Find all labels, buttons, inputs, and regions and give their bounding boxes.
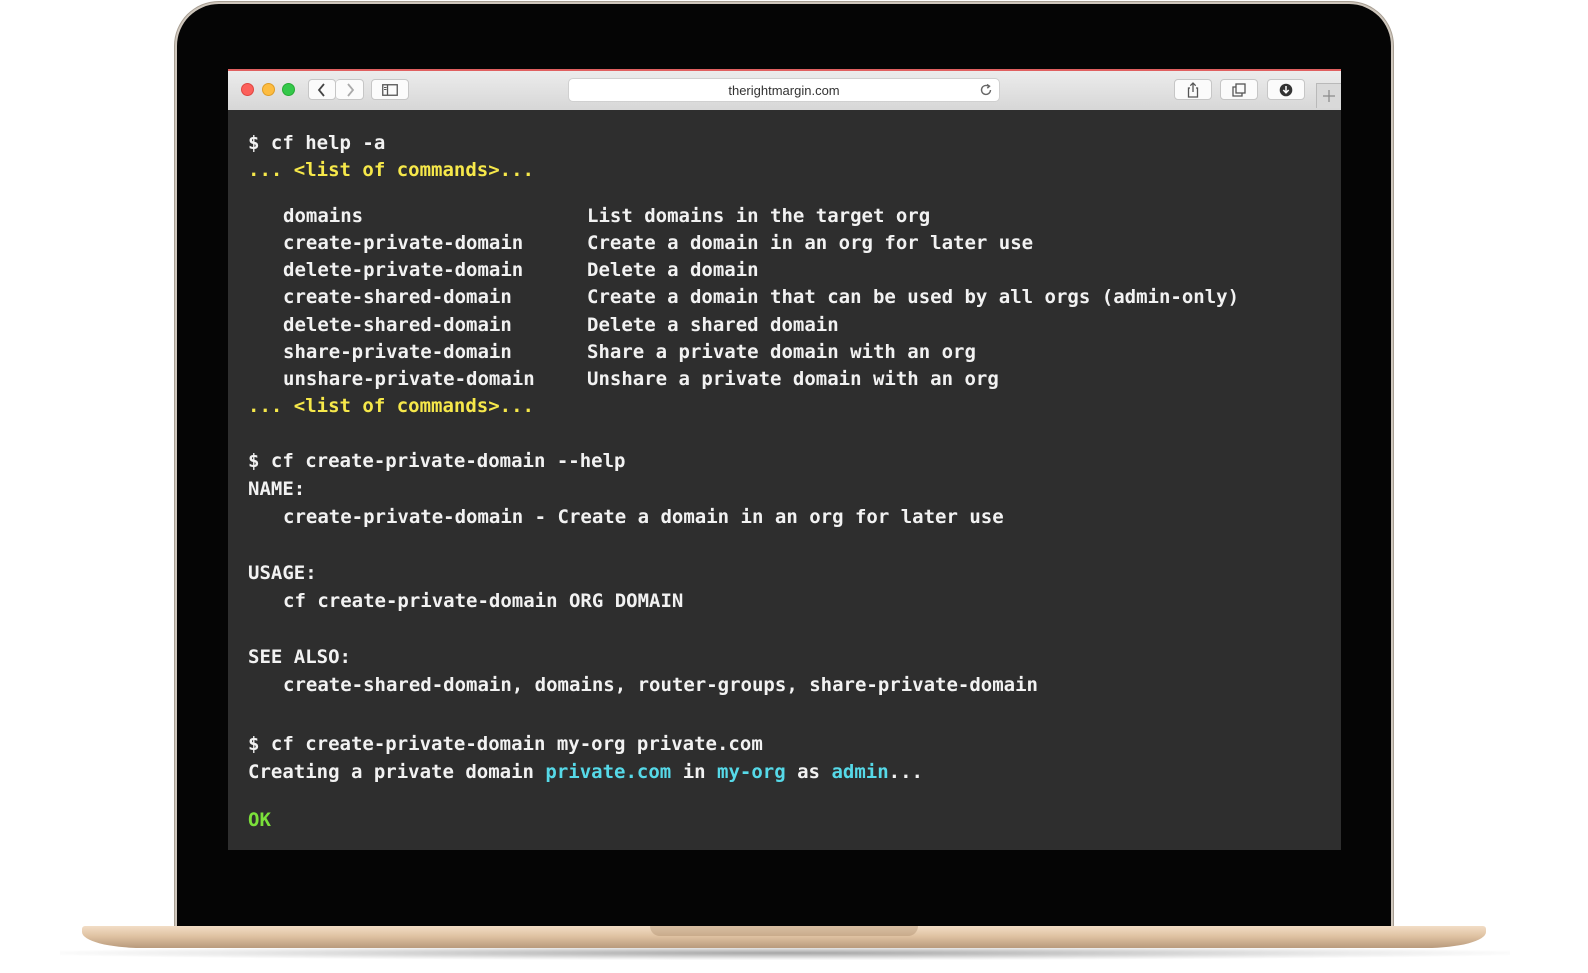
browser-window: therightmargin.com $ cf help -a ... <lis… xyxy=(228,69,1341,850)
domain-value: private.com xyxy=(545,761,672,783)
creating-prefix: Creating a private domain xyxy=(248,761,546,783)
command-description: Delete a domain xyxy=(587,259,759,281)
command-name: create-private-domain xyxy=(283,232,524,254)
user-value: admin xyxy=(831,761,889,783)
tabs-icon xyxy=(1232,82,1246,97)
command-description: Share a private domain with an org xyxy=(587,341,976,363)
plus-icon xyxy=(1323,90,1335,102)
zoom-window-button[interactable] xyxy=(282,83,295,96)
laptop-shadow xyxy=(60,946,1510,960)
terminal-output: $ cf help -a ... <list of commands>... d… xyxy=(228,110,1341,850)
list-marker-top: ... <list of commands>... xyxy=(248,159,534,181)
address-bar[interactable]: therightmargin.com xyxy=(568,78,1000,102)
command-name: unshare-private-domain xyxy=(283,368,535,390)
creating-output-line: Creating a private domain private.com in… xyxy=(248,761,923,783)
command-line: $ cf help -a xyxy=(248,132,386,154)
command-name: domains xyxy=(283,205,364,227)
command-name: delete-private-domain xyxy=(283,259,524,281)
reload-icon[interactable] xyxy=(979,83,993,97)
chevron-right-icon xyxy=(346,82,354,97)
downloads-button[interactable] xyxy=(1267,79,1305,100)
command-name: create-shared-domain xyxy=(283,286,512,308)
browser-toolbar: therightmargin.com xyxy=(228,69,1341,112)
creating-in: in xyxy=(671,761,718,783)
help-see-also-text: create-shared-domain, domains, router-gr… xyxy=(283,674,1038,696)
minimize-window-button[interactable] xyxy=(262,83,275,96)
help-name-text: create-private-domain - Create a domain … xyxy=(283,506,1004,528)
help-heading-see-also: SEE ALSO: xyxy=(248,646,351,668)
command-description: Create a domain that can be used by all … xyxy=(587,286,1240,308)
command-description: Delete a shared domain xyxy=(587,314,839,336)
laptop-notch xyxy=(650,926,918,936)
command-description: List domains in the target org xyxy=(587,205,931,227)
command-description: Create a domain in an org for later use xyxy=(587,232,1034,254)
command-name: share-private-domain xyxy=(283,341,512,363)
creating-as: as xyxy=(785,761,832,783)
ok-status: OK xyxy=(248,809,271,831)
sidebar-button[interactable] xyxy=(371,79,409,100)
url-text: therightmargin.com xyxy=(728,83,840,98)
back-button[interactable] xyxy=(308,79,336,100)
help-heading-name: NAME: xyxy=(248,478,306,500)
org-value: my-org xyxy=(717,761,786,783)
forward-button[interactable] xyxy=(336,79,364,100)
share-icon xyxy=(1187,81,1199,98)
new-tab-button[interactable] xyxy=(1316,83,1341,108)
command-description: Unshare a private domain with an org xyxy=(587,368,999,390)
chevron-left-icon xyxy=(317,82,325,97)
tabs-overview-button[interactable] xyxy=(1220,79,1258,100)
share-button[interactable] xyxy=(1174,79,1212,100)
help-heading-usage: USAGE: xyxy=(248,562,317,584)
download-icon xyxy=(1279,83,1293,96)
close-window-button[interactable] xyxy=(241,83,254,96)
sidebar-icon xyxy=(382,83,398,96)
command-name: delete-shared-domain xyxy=(283,314,512,336)
command-line: $ cf create-private-domain my-org privat… xyxy=(248,733,763,755)
list-marker-bottom: ... <list of commands>... xyxy=(248,395,534,417)
help-usage-text: cf create-private-domain ORG DOMAIN xyxy=(283,590,684,612)
creating-suffix: ... xyxy=(888,761,923,783)
command-line: $ cf create-private-domain --help xyxy=(248,450,626,472)
